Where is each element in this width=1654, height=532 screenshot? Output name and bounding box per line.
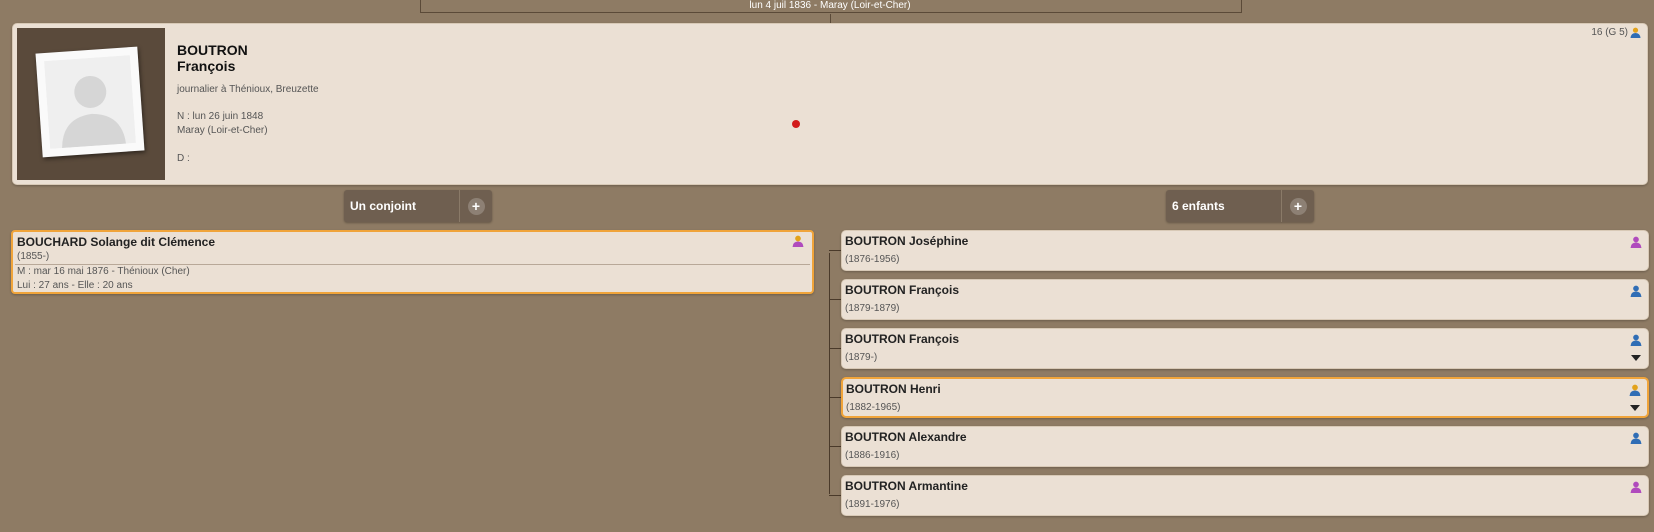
children-tree-branch: [829, 446, 841, 447]
child-card[interactable]: BOUTRON Henri (1882-1965): [841, 377, 1649, 418]
person-gold-icon: [1630, 27, 1641, 38]
spouse-dates: (1855-): [17, 251, 50, 262]
child-dates: (1891-1976): [845, 499, 900, 510]
person-female-icon: [1630, 481, 1642, 493]
child-name[interactable]: BOUTRON Armantine: [845, 479, 968, 493]
spouse-name[interactable]: BOUCHARD Solange dit Clémence: [17, 235, 215, 249]
person-birth-date: N : lun 26 juin 1848: [177, 111, 264, 122]
parents-marriage-text[interactable]: lun 4 juil 1836 - Maray (Loir-et-Cher): [420, 0, 1240, 11]
photo-frame[interactable]: [17, 28, 165, 180]
children-tree-branch: [829, 495, 841, 496]
children-group-button[interactable]: 6 enfants +: [1166, 190, 1314, 222]
person-male-icon: [1630, 432, 1642, 444]
person-female-icon: [1630, 236, 1642, 248]
sosa-number: 16 (G 5): [1591, 27, 1641, 38]
spouse-ages: Lui : 27 ans - Elle : 20 ans: [17, 280, 133, 291]
child-dates: (1886-1916): [845, 450, 900, 461]
children-tree-branch: [829, 397, 841, 398]
person-occupation: journalier à Thénioux, Breuzette: [177, 84, 319, 95]
plus-icon[interactable]: +: [1289, 197, 1307, 215]
person-death: D :: [177, 153, 190, 164]
person-surname: BOUTRON: [177, 42, 248, 58]
chevron-down-icon[interactable]: [1631, 355, 1641, 361]
spouses-count-label[interactable]: Un conjoint: [344, 190, 459, 222]
person-gold-icon: [792, 235, 804, 247]
child-dates: (1879-1879): [845, 303, 900, 314]
child-card[interactable]: BOUTRON Armantine (1891-1976): [841, 475, 1649, 516]
child-name[interactable]: BOUTRON François: [845, 332, 959, 346]
children-tree-line: [829, 253, 830, 494]
sosa-label: 16 (G 5): [1591, 27, 1628, 38]
person-male-icon: [1630, 334, 1642, 346]
main-person-info: BOUTRON François journalier à Thénioux, …: [177, 42, 319, 166]
child-dates: (1882-1965): [846, 402, 901, 413]
child-dates: (1879-): [845, 352, 878, 363]
chevron-down-icon[interactable]: [1630, 405, 1640, 411]
child-name[interactable]: BOUTRON François: [845, 283, 959, 297]
avatar: [35, 46, 145, 158]
child-name[interactable]: BOUTRON Henri: [846, 382, 941, 396]
child-card[interactable]: BOUTRON Joséphine (1876-1956): [841, 230, 1649, 271]
children-count-label[interactable]: 6 enfants: [1166, 190, 1281, 222]
main-person-card[interactable]: BOUTRON François journalier à Thénioux, …: [12, 23, 1648, 185]
children-tree-branch: [829, 299, 841, 300]
spouses-group-button[interactable]: Un conjoint +: [344, 190, 492, 222]
child-dates: (1876-1956): [845, 254, 900, 265]
child-card[interactable]: BOUTRON François (1879-1879): [841, 279, 1649, 320]
spouse-marriage: M : mar 16 mai 1876 - Thénioux (Cher): [17, 266, 190, 277]
add-spouse-button[interactable]: +: [459, 190, 492, 222]
children-tree-branch: [829, 348, 841, 349]
plus-icon[interactable]: +: [467, 197, 485, 215]
person-gold-icon: [1629, 384, 1641, 396]
spouse-card[interactable]: BOUCHARD Solange dit Clémence (1855-) M …: [11, 230, 814, 294]
children-tree-branch: [829, 250, 841, 251]
child-card[interactable]: BOUTRON François (1879-): [841, 328, 1649, 369]
person-given-name: François: [177, 58, 236, 74]
status-dot: [792, 120, 800, 128]
person-male-icon: [1630, 285, 1642, 297]
child-name[interactable]: BOUTRON Joséphine: [845, 234, 968, 248]
person-birth-place: Maray (Loir-et-Cher): [177, 125, 268, 136]
add-child-button[interactable]: +: [1281, 190, 1314, 222]
child-name[interactable]: BOUTRON Alexandre: [845, 430, 967, 444]
child-card[interactable]: BOUTRON Alexandre (1886-1916): [841, 426, 1649, 467]
